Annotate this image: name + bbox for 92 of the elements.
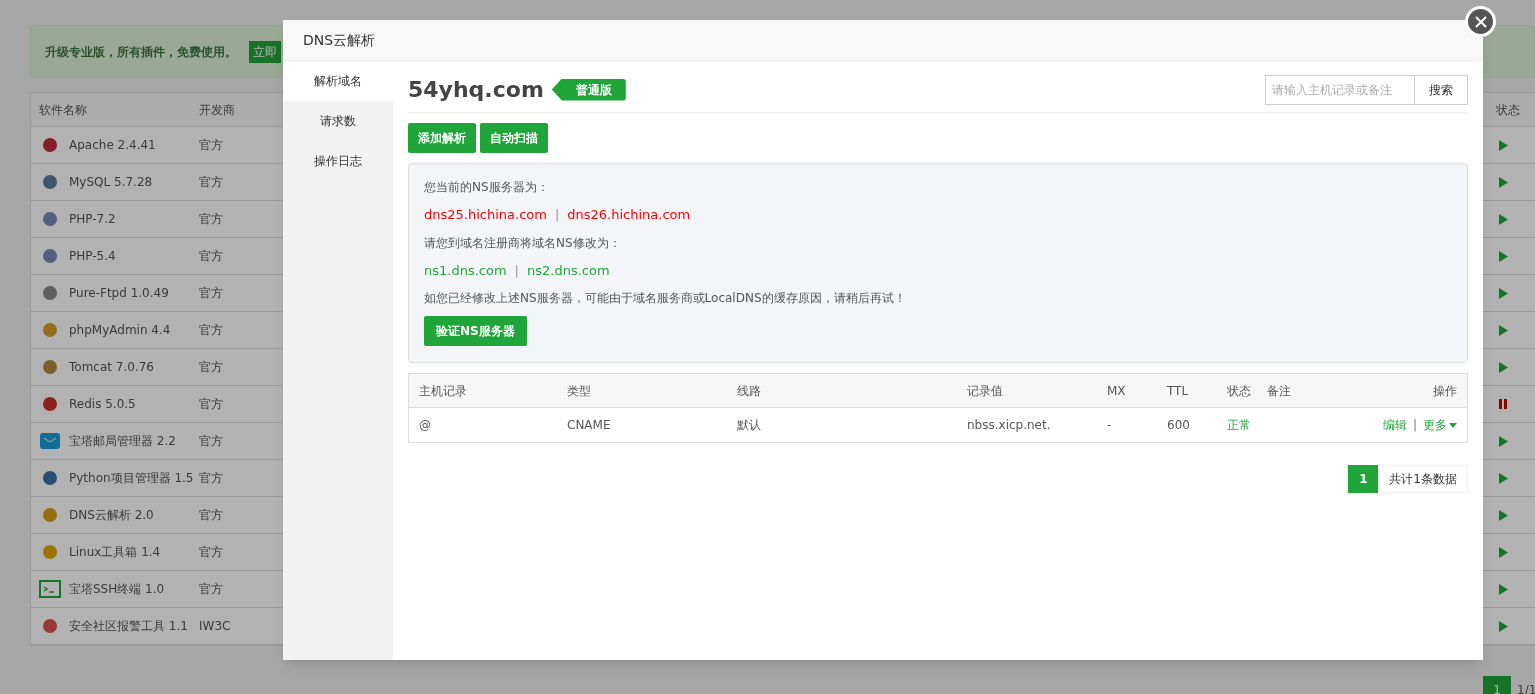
software-name: Pure-Ftpd 1.0.49 <box>69 285 169 302</box>
ns-server: dns25.hichina.com <box>424 206 547 224</box>
software-name: DNS云解析 2.0 <box>69 507 154 524</box>
software-name: 宝塔SSH终端 1.0 <box>69 581 165 598</box>
close-button[interactable] <box>1465 6 1496 37</box>
play-icon[interactable] <box>1499 435 1508 447</box>
ns-server: dns26.hichina.com <box>567 206 691 224</box>
app-icon <box>39 579 61 599</box>
page-number[interactable]: 1 <box>1348 465 1379 493</box>
software-name: PHP-7.2 <box>69 211 116 228</box>
ns-server: ns1.dns.com <box>424 261 507 280</box>
play-icon[interactable] <box>1499 472 1508 484</box>
play-icon[interactable] <box>1499 287 1508 299</box>
software-name: 安全社区报警工具 1.1 <box>69 618 188 635</box>
close-icon <box>1474 15 1487 28</box>
column-header: 类型 <box>567 382 592 400</box>
page-number[interactable]: 1 <box>1483 676 1511 694</box>
host-cell-text: @ <box>419 417 432 434</box>
developer: 官方 <box>199 433 223 450</box>
play-icon[interactable] <box>1499 361 1508 373</box>
type-cell-text: CNAME <box>567 417 612 434</box>
play-icon[interactable] <box>1499 250 1508 262</box>
dialog-title: DNS云解析 <box>303 30 376 50</box>
column-header: MX <box>1107 382 1127 400</box>
more-link[interactable]: 更多 <box>1423 416 1457 434</box>
play-icon[interactable] <box>1499 139 1508 151</box>
column-header: 操作 <box>1432 382 1457 400</box>
software-name: Linux工具箱 1.4 <box>69 544 161 561</box>
search-field[interactable]: 请输入主机记录或备注 <box>1265 74 1415 105</box>
domain-title: 54yhq.com <box>408 76 544 104</box>
banner-text: 升级专业版，所有插件，免费使用。 <box>45 43 237 61</box>
ns-label: 请您到域名注册商将域名NS修改为： <box>424 234 622 252</box>
software-name: 宝塔邮局管理器 2.2 <box>69 433 176 450</box>
play-icon[interactable] <box>1499 546 1508 558</box>
software-name: phpMyAdmin 4.4 <box>69 322 171 339</box>
developer: 官方 <box>199 248 223 265</box>
sidebar-tab[interactable]: 解析域名 <box>283 61 393 101</box>
column-header: 线路 <box>737 382 762 400</box>
separator: | <box>514 261 519 280</box>
separator: | <box>1412 417 1417 434</box>
status-cell-text: 正常 <box>1227 417 1252 434</box>
separator: | <box>554 206 560 224</box>
page-info: 共计1条数据 <box>1378 465 1468 493</box>
column-header: 开发商 <box>199 101 235 119</box>
mx-cell-text: - <box>1107 417 1113 434</box>
play-icon[interactable] <box>1499 324 1508 336</box>
column-header: 备注 <box>1267 382 1292 400</box>
play-icon[interactable] <box>1499 213 1508 225</box>
play-icon[interactable] <box>1499 583 1508 595</box>
developer: 官方 <box>199 285 223 302</box>
column-header: 记录值 <box>967 382 1004 400</box>
developer: 官方 <box>199 396 223 413</box>
ns-server: ns2.dns.com <box>526 261 610 280</box>
play-icon[interactable] <box>1499 620 1508 632</box>
play-icon[interactable] <box>1499 176 1508 188</box>
verify-ns-button[interactable]: 验证NS服务器 <box>424 316 527 346</box>
developer: 官方 <box>199 581 223 598</box>
software-name: Tomcat 7.0.76 <box>69 359 154 376</box>
column-header: 状态 <box>1227 382 1252 400</box>
developer: IW3C <box>199 618 231 635</box>
play-icon[interactable] <box>1499 509 1508 521</box>
search-button[interactable]: 搜索 <box>1415 74 1468 105</box>
developer: 官方 <box>199 322 223 339</box>
developer: 官方 <box>199 544 223 561</box>
edition-tag: 普通版 <box>551 78 626 101</box>
developer: 官方 <box>199 211 223 228</box>
software-name: Redis 5.0.5 <box>69 396 136 413</box>
caret-icon <box>1449 422 1457 428</box>
software-name: PHP-5.4 <box>69 248 116 265</box>
column-header: 主机记录 <box>419 382 468 400</box>
edit-link[interactable]: 编辑 <box>1382 416 1407 434</box>
column-header: 软件名称 <box>38 101 87 119</box>
pause-icon[interactable] <box>1499 399 1507 409</box>
column-header: TTL <box>1167 382 1190 400</box>
column-header: 状态 <box>1496 101 1520 119</box>
developer: 官方 <box>199 137 223 154</box>
app-icon <box>39 431 61 451</box>
action-button[interactable]: 自动扫描 <box>480 123 548 153</box>
ttl-cell-text: 600 <box>1167 417 1191 434</box>
value-cell-text: nbss.xicp.net. <box>967 417 1052 434</box>
upgrade-button[interactable]: 立即 <box>249 40 281 63</box>
developer: 官方 <box>199 174 223 191</box>
software-name: Python项目管理器 1.5 <box>69 470 194 487</box>
software-name: MySQL 5.7.28 <box>69 174 153 191</box>
developer: 官方 <box>199 359 223 376</box>
developer: 官方 <box>199 507 223 524</box>
ns-note: 如您已经修改上述NS服务器，可能由于域名服务商或LocalDNS的缓存原因，请稍后再试！ <box>424 290 907 307</box>
action-button[interactable]: 添加解析 <box>408 123 476 153</box>
ns-label: 您当前的NS服务器为： <box>424 179 550 196</box>
software-name: Apache 2.4.41 <box>69 137 156 154</box>
line-cell-text: 默认 <box>737 417 762 434</box>
developer: 官方 <box>199 470 223 487</box>
